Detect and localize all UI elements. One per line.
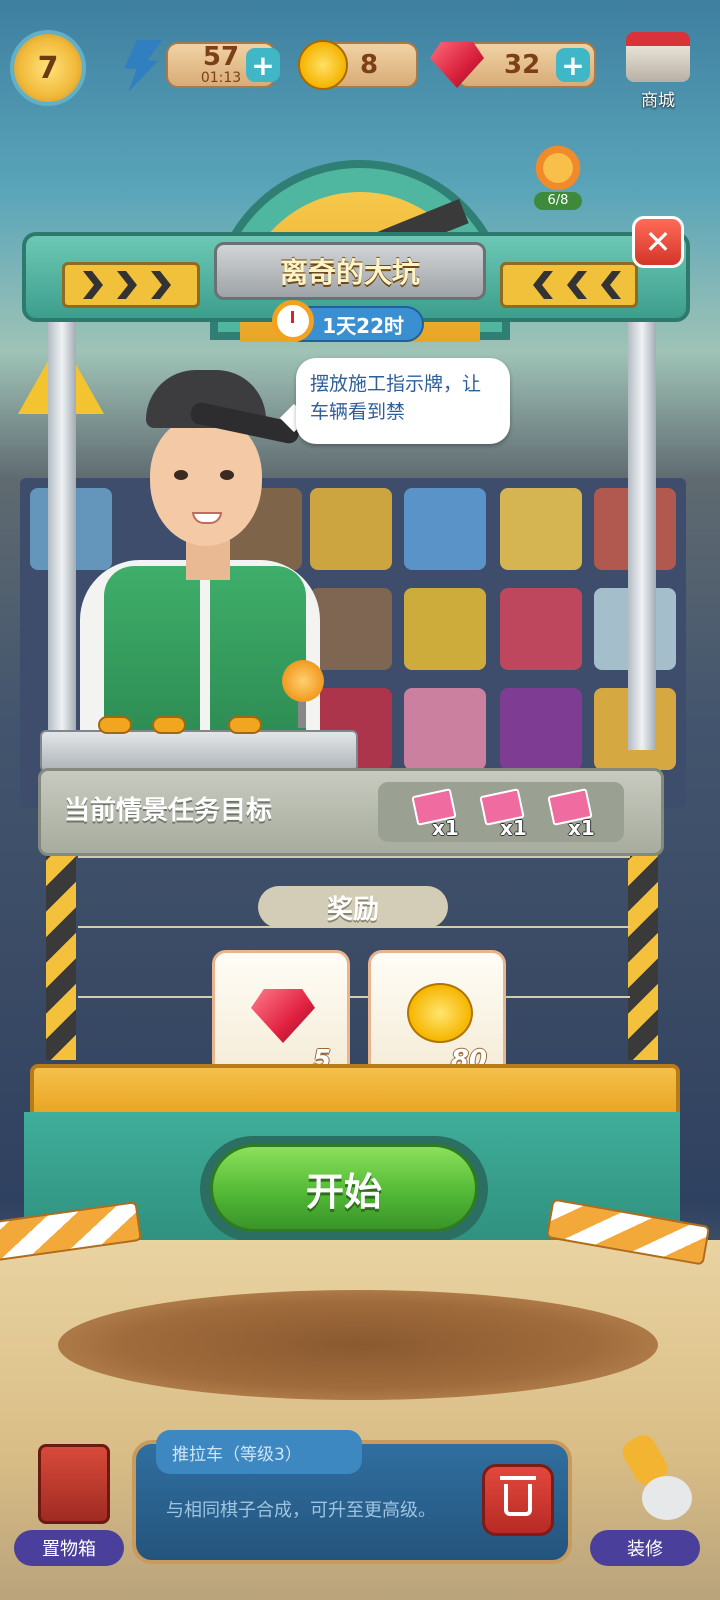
- energy-value: 57: [202, 42, 240, 72]
- right-hazard-post: [628, 850, 658, 1060]
- clock-icon: [272, 300, 314, 342]
- coin-icon: [407, 983, 473, 1043]
- storage-box-button[interactable]: 置物箱: [14, 1430, 124, 1600]
- storage-box-icon: [38, 1444, 110, 1524]
- task-item-qty: x1: [500, 816, 527, 840]
- joystick-knob: [282, 660, 324, 702]
- close-icon: ✕: [644, 223, 672, 261]
- start-button[interactable]: 开始: [210, 1144, 478, 1232]
- joystick-stick: [298, 698, 306, 728]
- control-console: [40, 730, 358, 772]
- flower-progress: 6/8: [534, 192, 582, 210]
- task-item-qty: x1: [432, 816, 459, 840]
- level-badge[interactable]: 7: [10, 30, 86, 106]
- shop-icon: [626, 32, 690, 82]
- hole-pit: [58, 1290, 658, 1400]
- chevron-left-sign: [500, 262, 638, 308]
- left-hazard-post: [46, 850, 76, 1060]
- brush-icon: [612, 1430, 692, 1524]
- chevron-right-sign: [62, 262, 200, 308]
- console-button: [152, 716, 186, 734]
- shop-label: 商城: [641, 91, 675, 111]
- speech-bubble: 摆放施工指示牌，让车辆看到禁: [296, 358, 510, 444]
- flower-icon: [532, 142, 584, 194]
- popup-title: 离奇的大坑: [214, 242, 486, 300]
- close-button[interactable]: ✕: [632, 216, 684, 268]
- console-button: [98, 716, 132, 734]
- decorate-label: 装修: [590, 1530, 700, 1566]
- delete-button[interactable]: [482, 1464, 554, 1536]
- top-hud: 7 57 01:13 + 8 32 + 商城: [0, 0, 720, 130]
- console-button: [228, 716, 262, 734]
- trash-icon: [500, 1476, 536, 1516]
- task-label: 当前情景任务目标: [64, 796, 273, 826]
- right-pillar: [628, 320, 656, 750]
- gem-icon: [251, 989, 315, 1043]
- energy-timer: 01:13: [200, 70, 242, 86]
- storage-label: 置物箱: [14, 1530, 124, 1566]
- shop-button[interactable]: 商城: [620, 32, 696, 111]
- add-gems-button[interactable]: +: [556, 48, 590, 82]
- item-name: 推拉车（等级3）: [156, 1430, 362, 1474]
- reward-title: 奖励: [258, 886, 448, 928]
- energy-icon: [124, 40, 162, 92]
- add-energy-button[interactable]: +: [246, 48, 280, 82]
- task-item: x1: [404, 788, 464, 840]
- coin-icon: [298, 40, 348, 90]
- task-item-qty: x1: [568, 816, 595, 840]
- task-item: x1: [540, 788, 600, 840]
- decorate-button[interactable]: 装修: [590, 1430, 700, 1600]
- item-description: 与相同棋子合成，可升至更高级。: [166, 1500, 436, 1521]
- task-item: x1: [472, 788, 532, 840]
